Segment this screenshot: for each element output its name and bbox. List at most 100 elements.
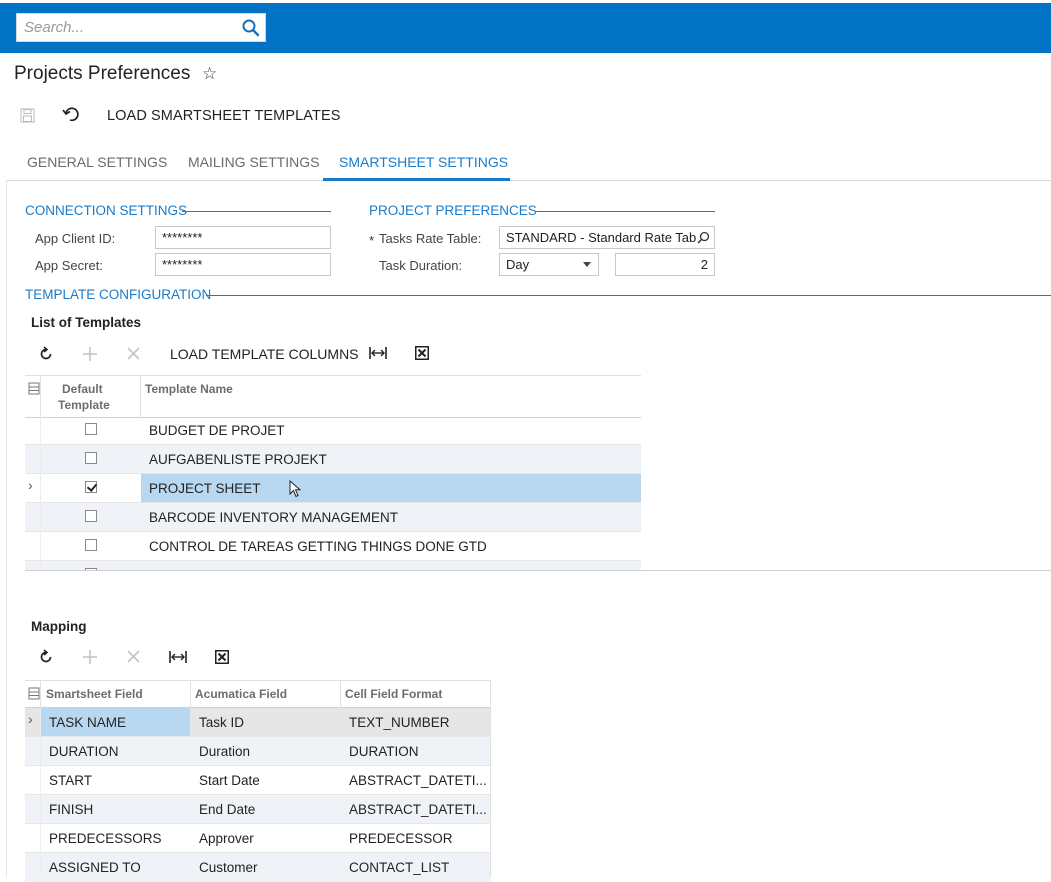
smartsheet-field-header[interactable]: Smartsheet Field xyxy=(46,687,143,701)
smartsheet-field-cell: PREDECESSORS xyxy=(49,831,162,846)
column-divider xyxy=(40,708,41,877)
load-smartsheet-templates-button[interactable]: LOAD SMARTSHEET TEMPLATES xyxy=(107,108,341,124)
connection-settings-heading: CONNECTION SETTINGS xyxy=(25,203,188,218)
template-row[interactable]: BUDGET DE PROJET xyxy=(25,416,641,445)
template-row[interactable]: AUFGABENLISTE PROJEKT xyxy=(25,445,641,474)
template-row[interactable]: BARCODE INVENTORY MANAGEMENT xyxy=(25,503,641,532)
cell-field-format-cell: ABSTRACT_DATETI... xyxy=(349,773,487,788)
template-row-partial[interactable] xyxy=(25,561,641,570)
column-settings-icon[interactable] xyxy=(28,687,40,700)
acumatica-field-cell: Start Date xyxy=(199,773,260,788)
mapping-title: Mapping xyxy=(31,619,87,634)
mapping-grid-header: Smartsheet Field Acumatica Field Cell Fi… xyxy=(25,680,491,708)
default-template-checkbox[interactable] xyxy=(85,510,97,522)
acumatica-field-cell: Task ID xyxy=(199,715,245,730)
mapping-row-selected[interactable]: › TASK NAME Task ID TEXT_NUMBER xyxy=(25,708,491,737)
smartsheet-field-cell: FINISH xyxy=(49,802,94,817)
add-icon[interactable] xyxy=(82,346,98,362)
refresh-icon[interactable] xyxy=(38,346,54,362)
tab-mailing-settings[interactable]: MAILING SETTINGS xyxy=(188,154,319,170)
smartsheet-field-cell: ASSIGNED TO xyxy=(49,860,141,875)
column-divider xyxy=(490,680,491,708)
template-name-cell: AUFGABENLISTE PROJEKT xyxy=(149,452,327,467)
default-template-checkbox[interactable] xyxy=(85,423,97,435)
acumatica-field-cell: End Date xyxy=(199,802,256,817)
excel-export-icon[interactable] xyxy=(415,346,429,360)
column-divider xyxy=(140,375,141,418)
template-configuration-heading: TEMPLATE CONFIGURATION xyxy=(25,287,212,302)
task-duration-value-field[interactable]: 2 xyxy=(615,253,715,276)
template-name-cell: PROJECT SHEET xyxy=(149,481,261,496)
app-secret-label: App Secret: xyxy=(35,258,103,273)
column-divider xyxy=(40,680,41,708)
column-divider xyxy=(190,680,191,708)
cell-field-format-cell: DURATION xyxy=(349,744,419,759)
search-icon[interactable] xyxy=(241,18,261,38)
row-expander-icon[interactable]: › xyxy=(28,711,33,727)
star-icon[interactable]: ☆ xyxy=(202,64,217,84)
acumatica-field-cell: Approver xyxy=(199,831,254,846)
task-duration-label: Task Duration: xyxy=(379,258,463,273)
row-expander-icon[interactable]: › xyxy=(28,477,33,493)
mapping-row[interactable]: FINISH End Date ABSTRACT_DATETI... xyxy=(25,795,491,824)
fit-columns-icon[interactable] xyxy=(169,650,187,664)
cell-field-format-cell: PREDECESSOR xyxy=(349,831,453,846)
template-row[interactable]: CONTROL DE TAREAS GETTING THINGS DONE GT… xyxy=(25,532,641,561)
mapping-row[interactable]: DURATION Duration DURATION xyxy=(25,737,491,766)
search-input[interactable] xyxy=(17,14,237,41)
mouse-cursor-icon xyxy=(289,480,301,498)
load-template-columns-button[interactable]: LOAD TEMPLATE COLUMNS xyxy=(170,346,359,362)
mapping-row[interactable]: ASSIGNED TO Customer CONTACT_LIST xyxy=(25,853,491,882)
excel-export-icon[interactable] xyxy=(215,650,229,664)
task-duration-unit-value: Day xyxy=(506,257,530,272)
default-template-checkbox[interactable] xyxy=(85,481,97,493)
app-secret-field[interactable]: ******** xyxy=(155,253,331,276)
fit-columns-icon[interactable] xyxy=(369,346,387,360)
column-divider xyxy=(340,680,341,708)
tab-general-settings[interactable]: GENERAL SETTINGS xyxy=(27,154,167,170)
acumatica-field-cell: Customer xyxy=(199,860,258,875)
section-rule xyxy=(536,211,715,212)
column-settings-icon[interactable] xyxy=(28,382,40,395)
undo-icon[interactable] xyxy=(62,107,80,123)
acumatica-field-cell: Duration xyxy=(199,744,251,759)
column-divider xyxy=(40,375,41,418)
acumatica-field-header[interactable]: Acumatica Field xyxy=(195,687,287,701)
column-divider xyxy=(40,416,41,570)
required-mark: * xyxy=(369,233,375,248)
column-divider xyxy=(490,708,491,877)
add-icon[interactable] xyxy=(82,649,98,665)
smartsheet-field-cell: TASK NAME xyxy=(49,715,127,730)
lookup-search-icon[interactable] xyxy=(697,231,710,244)
default-template-checkbox[interactable] xyxy=(85,452,97,464)
default-template-checkbox[interactable] xyxy=(85,539,97,551)
refresh-icon[interactable] xyxy=(38,649,54,665)
smartsheet-field-cell: DURATION xyxy=(49,744,119,759)
dropdown-arrow-icon[interactable] xyxy=(583,262,591,267)
content-border xyxy=(6,180,7,877)
tasks-rate-table-field[interactable]: STANDARD - Standard Rate Tab xyxy=(499,226,715,249)
cell-field-format-header[interactable]: Cell Field Format xyxy=(345,687,442,701)
default-template-header-line2[interactable]: Template xyxy=(58,398,110,412)
template-name-cell: BARCODE INVENTORY MANAGEMENT xyxy=(149,510,399,525)
search-box[interactable] xyxy=(16,13,266,42)
section-rule xyxy=(182,211,331,212)
app-client-id-label: App Client ID: xyxy=(35,231,116,246)
page-title: Projects Preferences xyxy=(14,63,191,84)
save-icon[interactable] xyxy=(20,108,35,123)
cell-field-format-cell: CONTACT_LIST xyxy=(349,860,450,875)
templates-grid-header: Default Template Template Name xyxy=(25,375,641,418)
smartsheet-field-cell: START xyxy=(49,773,93,788)
cell-field-format-cell: TEXT_NUMBER xyxy=(349,715,450,730)
default-template-header-line1[interactable]: Default xyxy=(62,382,103,396)
grid-bottom-border xyxy=(25,570,1051,571)
mapping-row[interactable]: PREDECESSORS Approver PREDECESSOR xyxy=(25,824,491,853)
active-tab-indicator xyxy=(323,178,510,181)
template-name-header[interactable]: Template Name xyxy=(145,382,233,396)
template-row-selected[interactable]: › PROJECT SHEET xyxy=(25,474,641,503)
mapping-row[interactable]: START Start Date ABSTRACT_DATETI... xyxy=(25,766,491,795)
tab-smartsheet-settings[interactable]: SMARTSHEET SETTINGS xyxy=(339,154,508,170)
app-client-id-field[interactable]: ******** xyxy=(155,226,331,249)
delete-icon[interactable] xyxy=(126,649,141,664)
delete-icon[interactable] xyxy=(126,346,141,361)
